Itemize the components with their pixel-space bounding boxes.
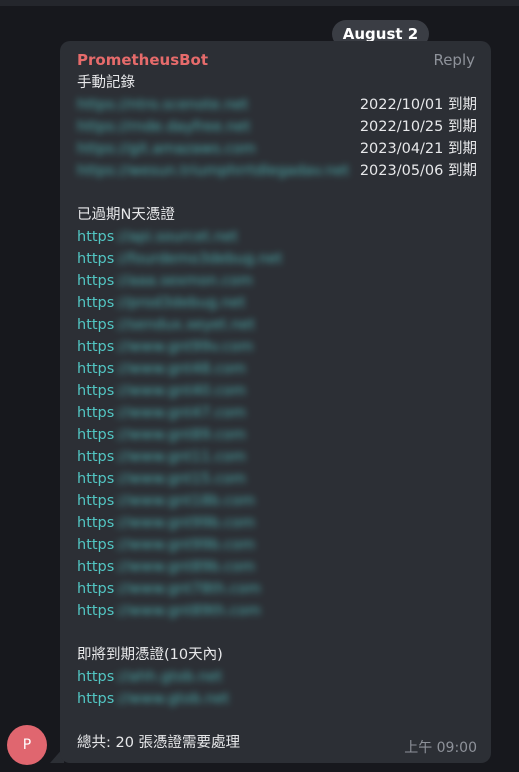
record-link[interactable]: https://git.amazaws.com bbox=[77, 138, 256, 160]
link-url[interactable]: ://sendux.xeyet.net bbox=[114, 314, 255, 336]
message-text: 手動記錄 https://ntro.scenote.net 2022/10/01… bbox=[77, 72, 477, 754]
link-prefix[interactable]: https bbox=[77, 669, 114, 685]
link-prefix[interactable]: https bbox=[77, 427, 114, 443]
link-row: https://www.gnt89.com bbox=[77, 424, 477, 446]
link-row: https://www.gnt89b.com bbox=[77, 556, 477, 578]
link-row: https://www.gnt78th.com bbox=[77, 578, 477, 600]
link-prefix[interactable]: https bbox=[77, 383, 114, 399]
link-url[interactable]: ://www.gnt99b.com bbox=[114, 534, 255, 556]
link-url[interactable]: ://www.gnt78th.com bbox=[114, 578, 261, 600]
record-link[interactable]: https://ntro.scenote.net bbox=[77, 94, 248, 116]
link-row: https://www.gnt18b.com bbox=[77, 490, 477, 512]
link-url[interactable]: ://www.gnt99v.com bbox=[114, 336, 253, 358]
link-prefix[interactable]: https bbox=[77, 603, 114, 619]
link-row: https://www.gnt99b.com bbox=[77, 534, 477, 556]
link-url[interactable]: ://aaa.sexmon.com bbox=[114, 270, 253, 292]
link-url[interactable]: ://www.gnt48.com bbox=[114, 358, 246, 380]
link-url[interactable]: ://www.gnt15.com bbox=[114, 468, 246, 490]
record-link[interactable]: https://wesun.triumphrrtdlegadav.net bbox=[77, 160, 349, 182]
link-row: https://www.gtob.net bbox=[77, 688, 477, 710]
record-expiry: 2022/10/25 到期 bbox=[359, 119, 477, 135]
manual-record: https://git.amazaws.com 2023/04/21 到期 bbox=[77, 138, 477, 160]
link-row: https://www.gnt40.com bbox=[77, 380, 477, 402]
link-prefix[interactable]: https bbox=[77, 515, 114, 531]
heading-expired: 已過期N天憑證 bbox=[77, 207, 175, 223]
link-url[interactable]: ://www.gnt47.com bbox=[114, 402, 246, 424]
record-link[interactable]: https://rnde.dayfree.net bbox=[77, 116, 250, 138]
manual-record: https://ntro.scenote.net 2022/10/01 到期 bbox=[77, 94, 477, 116]
manual-record: https://rnde.dayfree.net 2022/10/25 到期 bbox=[77, 116, 477, 138]
link-row: https://www.gnt99b.com bbox=[77, 512, 477, 534]
link-url[interactable]: ://www.gnt18b.com bbox=[114, 490, 255, 512]
link-row: https://aaa.sexmon.com bbox=[77, 270, 477, 292]
link-url[interactable]: ://www.gnt11.com bbox=[114, 446, 246, 468]
link-prefix[interactable]: https bbox=[77, 295, 114, 311]
link-row: https://www.gnt11.com bbox=[77, 446, 477, 468]
link-prefix[interactable]: https bbox=[77, 449, 114, 465]
link-row: https://api.sourcet.net bbox=[77, 226, 477, 248]
link-prefix[interactable]: https bbox=[77, 405, 114, 421]
record-expiry: 2023/05/06 到期 bbox=[359, 163, 477, 179]
avatar[interactable]: P bbox=[7, 725, 47, 765]
link-prefix[interactable]: https bbox=[77, 339, 114, 355]
manual-record: https://wesun.triumphrrtdlegadav.net 202… bbox=[77, 160, 477, 182]
link-url[interactable]: ://www.gnt99b.com bbox=[114, 512, 255, 534]
reply-button[interactable]: Reply bbox=[433, 51, 475, 69]
link-row: https://ahh.gtob.net bbox=[77, 666, 477, 688]
link-prefix[interactable]: https bbox=[77, 559, 114, 575]
link-url[interactable]: ://api.sourcet.net bbox=[114, 226, 238, 248]
link-url[interactable]: ://ahh.gtob.net bbox=[114, 666, 222, 688]
link-row: https://sendux.xeyet.net bbox=[77, 314, 477, 336]
link-url[interactable]: ://prod3debug.net bbox=[114, 292, 245, 314]
link-row: https://www.gnt99v.com bbox=[77, 336, 477, 358]
link-row: https://www.gnt15.com bbox=[77, 468, 477, 490]
message-time: 上午 09:00 bbox=[404, 740, 477, 756]
link-url[interactable]: ://www.gnt40.com bbox=[114, 380, 246, 402]
link-row: https://www.gnt48.com bbox=[77, 358, 477, 380]
link-prefix[interactable]: https bbox=[77, 317, 114, 333]
link-row: https://prod3debug.net bbox=[77, 292, 477, 314]
link-prefix[interactable]: https bbox=[77, 471, 114, 487]
link-prefix[interactable]: https bbox=[77, 581, 114, 597]
link-row: https://fourdemo3debug.net bbox=[77, 248, 477, 270]
link-prefix[interactable]: https bbox=[77, 493, 114, 509]
link-prefix[interactable]: https bbox=[77, 361, 114, 377]
record-expiry: 2022/10/01 到期 bbox=[359, 97, 477, 113]
expired-link-list: https://api.sourcet.net https://fourdemo3… bbox=[77, 226, 477, 622]
link-row: https://www.gnt89th.com bbox=[77, 600, 477, 622]
heading-manual: 手動記錄 bbox=[77, 75, 135, 91]
link-prefix[interactable]: https bbox=[77, 537, 114, 553]
link-prefix[interactable]: https bbox=[77, 691, 114, 707]
record-expiry: 2023/04/21 到期 bbox=[359, 141, 477, 157]
link-row: https://www.gnt47.com bbox=[77, 402, 477, 424]
link-url[interactable]: ://www.gnt89.com bbox=[114, 424, 246, 446]
link-url[interactable]: ://www.gnt89b.com bbox=[114, 556, 255, 578]
top-bar bbox=[0, 0, 519, 6]
link-url[interactable]: ://www.gtob.net bbox=[114, 688, 229, 710]
heading-expiring-soon: 即將到期憑證(10天內) bbox=[77, 647, 223, 663]
link-prefix[interactable]: https bbox=[77, 251, 114, 267]
sender-name[interactable]: PrometheusBot bbox=[77, 51, 208, 69]
message-bubble: PrometheusBot Reply 手動記錄 https://ntro.sc… bbox=[60, 41, 491, 763]
expiring-soon-link-list: https://ahh.gtob.net https://www.gtob.net bbox=[77, 666, 477, 710]
link-prefix[interactable]: https bbox=[77, 273, 114, 289]
link-url[interactable]: ://fourdemo3debug.net bbox=[114, 248, 282, 270]
link-url[interactable]: ://www.gnt89th.com bbox=[114, 600, 261, 622]
link-prefix[interactable]: https bbox=[77, 229, 114, 245]
